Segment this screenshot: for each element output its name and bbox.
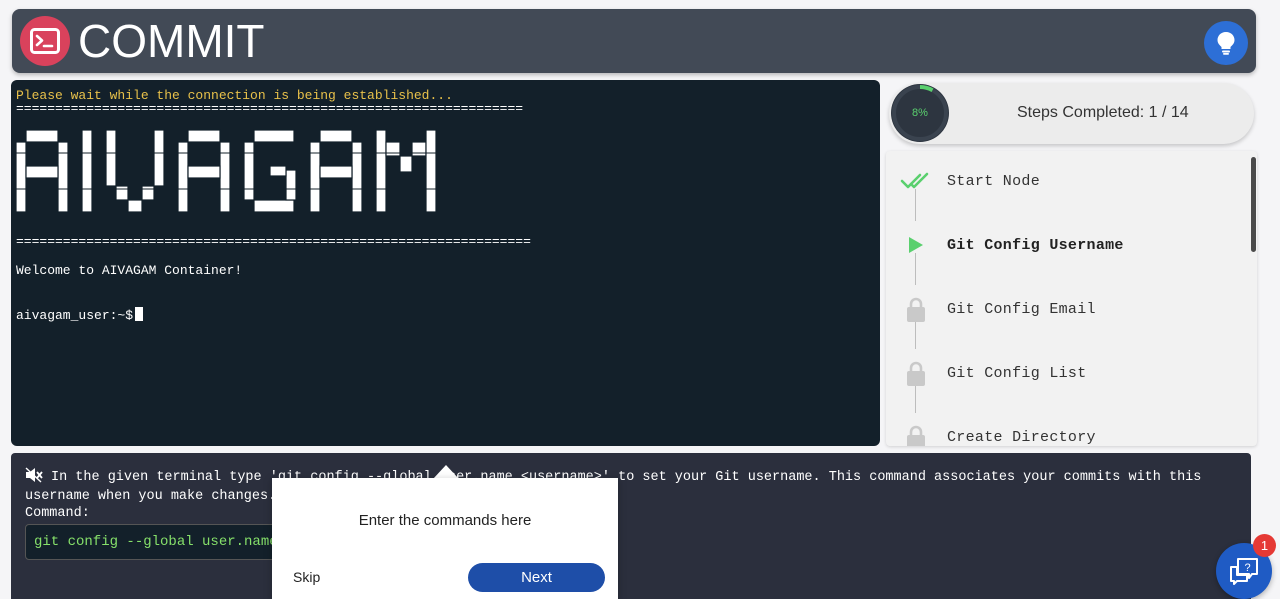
command-text: git config --global user.name ' xyxy=(34,534,295,550)
instruction-text-block: In the given terminal type 'git config -… xyxy=(25,467,1230,506)
step-label: Git Config List xyxy=(947,365,1087,382)
step-label: Create Directory xyxy=(947,429,1096,446)
lock-icon xyxy=(907,297,925,322)
steps-scrollbar[interactable] xyxy=(1251,157,1256,252)
steps-panel[interactable]: Start Node Git Config Username Git Confi… xyxy=(886,151,1257,446)
tour-message: Enter the commands here xyxy=(358,512,532,529)
welcome-message: Welcome to AIVAGAM Container! xyxy=(16,263,243,278)
command-label: Command: xyxy=(25,506,90,521)
hint-button[interactable] xyxy=(1204,21,1248,65)
step-create-directory[interactable]: Create Directory xyxy=(886,415,1246,446)
progress-percent: 8% xyxy=(912,107,928,119)
step-label: Start Node xyxy=(947,173,1041,190)
instructions-panel: In the given terminal type 'git config -… xyxy=(11,453,1251,599)
skip-button[interactable]: Skip xyxy=(293,569,320,585)
next-button[interactable]: Next xyxy=(468,563,605,592)
step-git-config-list[interactable]: Git Config List xyxy=(886,351,1246,391)
app-title: COMMIT xyxy=(78,15,265,67)
step-git-config-email[interactable]: Git Config Email xyxy=(886,287,1246,327)
ascii-banner xyxy=(15,128,446,218)
terminal-cursor xyxy=(135,307,144,321)
step-label: Git Config Username xyxy=(947,237,1124,254)
notification-badge: 1 xyxy=(1253,534,1276,557)
tour-popup-arrow xyxy=(433,465,459,479)
prompt-text: aivagam_user:~$ xyxy=(16,308,134,323)
lightbulb-icon xyxy=(1217,32,1235,55)
step-git-config-username[interactable]: Git Config Username xyxy=(886,223,1246,263)
double-check-icon xyxy=(900,172,929,189)
lock-icon xyxy=(907,361,925,386)
svg-text:?: ? xyxy=(1244,562,1250,574)
step-start-node[interactable]: Start Node xyxy=(886,159,1246,199)
progress-label: Steps Completed: 1 / 14 xyxy=(1017,104,1189,121)
progress-card: 8% Steps Completed: 1 / 14 xyxy=(889,83,1254,144)
tour-popup: Enter the commands here Skip Next xyxy=(272,478,618,599)
terminal[interactable]: Please wait while the connection is bein… xyxy=(11,80,880,446)
terminal-icon xyxy=(20,16,70,66)
rule-top: ========================================… xyxy=(16,101,524,116)
speaker-mute-icon[interactable] xyxy=(25,467,43,483)
lock-icon xyxy=(907,425,925,446)
chat-question-icon: ? xyxy=(1230,558,1258,585)
play-icon xyxy=(909,237,923,253)
rule-bottom: ========================================… xyxy=(16,234,531,249)
app-header: COMMIT xyxy=(12,9,1256,73)
terminal-prompt[interactable]: aivagam_user:~$ xyxy=(16,307,144,323)
step-label: Git Config Email xyxy=(947,301,1096,318)
